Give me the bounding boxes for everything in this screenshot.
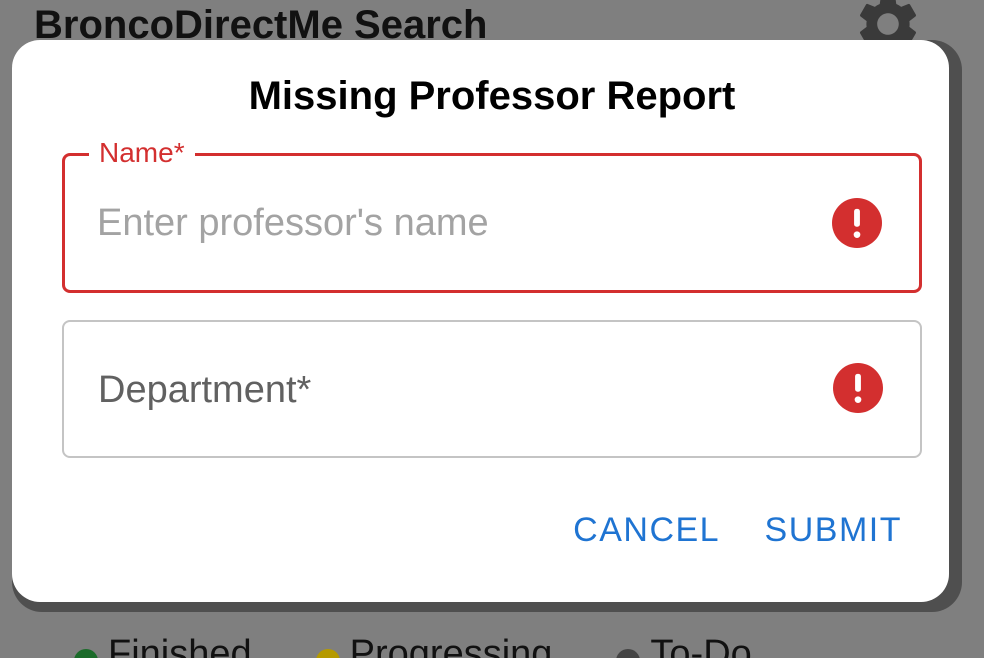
status-legend: Finished Progressing To-Do	[74, 630, 816, 658]
name-field[interactable]: Name*	[62, 136, 922, 293]
dialog-actions: CANCEL SUBMIT	[12, 505, 902, 555]
department-field[interactable]: Department*	[62, 320, 922, 458]
finished-dot-icon	[74, 649, 98, 658]
dialog-title: Missing Professor Report	[248, 74, 736, 118]
progressing-dot-icon	[315, 649, 340, 658]
legend-item-progressing: Progressing	[315, 630, 553, 658]
error-icon	[832, 198, 882, 248]
name-input[interactable]	[97, 156, 817, 290]
error-icon	[833, 363, 883, 413]
legend-label-finished: Finished	[108, 633, 252, 658]
department-input[interactable]	[96, 322, 816, 456]
legend-label-todo: To-Do	[650, 633, 752, 658]
legend-item-todo: To-Do	[616, 630, 752, 658]
legend-label-progressing: Progressing	[349, 633, 553, 658]
todo-dot-icon	[616, 649, 641, 658]
legend-item-finished: Finished	[74, 630, 252, 658]
cancel-button[interactable]: CANCEL	[573, 505, 720, 555]
missing-professor-dialog: Missing Professor Report Name* Departmen…	[12, 40, 949, 602]
submit-button[interactable]: SUBMIT	[765, 505, 902, 555]
